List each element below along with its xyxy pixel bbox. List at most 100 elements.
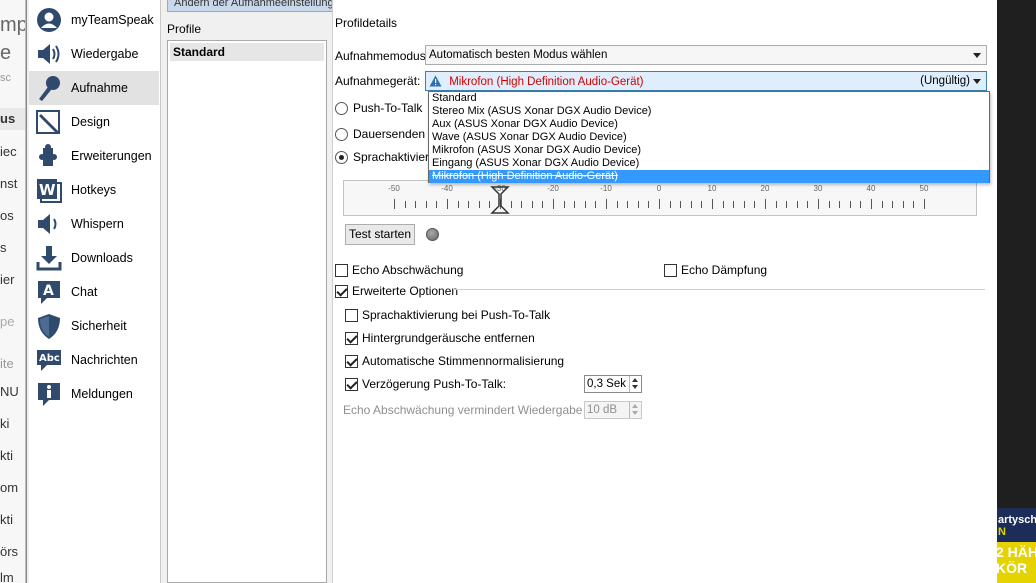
bg-fragment: kti — [0, 448, 13, 463]
svg-text:A: A — [43, 283, 54, 299]
sidebar-item-label: Wiedergabe — [71, 47, 139, 61]
device-invalid-status: (Ungültig) — [920, 75, 970, 87]
device-option-selected[interactable]: Mikrofon (High Definition Audio-Gerät) — [429, 170, 989, 183]
radio-continuous[interactable]: Dauersenden — [335, 127, 425, 141]
svg-text:W: W — [39, 181, 56, 199]
slider-tick — [828, 201, 830, 208]
slider-tick — [712, 199, 713, 209]
remove-background-noise-checkbox[interactable]: Hintergrundgeräusche entfernen — [345, 331, 535, 345]
slider-tick-label: 30 — [813, 184, 823, 193]
sidebar-item-whispern[interactable]: Whispern — [29, 207, 159, 241]
bg-fragment: iec — [0, 144, 17, 159]
slider-tick — [743, 201, 745, 208]
slider-tick — [754, 201, 756, 208]
slider-tick-label: 20 — [760, 184, 770, 193]
slider-tick — [690, 201, 692, 208]
advanced-options-toggle[interactable]: Erweiterte Optionen — [335, 284, 458, 298]
chat-a-icon: A — [35, 278, 63, 306]
slider-tick — [765, 199, 766, 209]
recording-device-select[interactable]: Mikrofon (High Definition Audio-Gerät) (… — [425, 71, 987, 91]
slider-tick — [447, 199, 448, 209]
sidebar-item-label: Hotkeys — [71, 183, 117, 197]
slider-tick — [913, 201, 915, 208]
sidebar-item-downloads[interactable]: Downloads — [29, 241, 159, 275]
sidebar-item-chat[interactable]: A Chat — [29, 275, 159, 309]
slider-tick — [860, 201, 862, 208]
sidebar-item-label: myTeamSpeak — [71, 13, 154, 27]
sidebar-item-sicherheit[interactable]: Sicherheit — [29, 309, 159, 343]
bg-fragment: om — [0, 480, 19, 495]
voice-activation-ptt-checkbox[interactable]: Sprachaktivierung bei Push-To-Talk — [345, 308, 550, 322]
slider-tick — [786, 201, 788, 208]
slider-tick — [531, 201, 533, 208]
slider-tick — [606, 199, 607, 209]
slider-tick — [563, 201, 565, 208]
device-option[interactable]: Mikrofon (ASUS Xonar DGX Audio Device) — [429, 144, 989, 157]
radio-push-to-talk[interactable]: Push-To-Talk — [335, 101, 422, 115]
spin-arrows-icon[interactable] — [629, 376, 641, 392]
sidebar-item-design[interactable]: Design — [29, 105, 159, 139]
sidebar-item-label: Meldungen — [71, 387, 133, 401]
ptt-delay-checkbox[interactable]: Verzögerung Push-To-Talk: — [345, 377, 506, 391]
background-window-left: mp e sc us iec nst os s ier pe ite NU ki… — [0, 0, 26, 583]
settings-dialog: Ändern der Aufnahmeeinstellungen myTeamS… — [26, 0, 997, 583]
spin-arrows-icon — [629, 402, 641, 418]
sidebar-item-label: Downloads — [71, 251, 133, 265]
recording-mode-select[interactable]: Automatisch besten Modus wählen — [425, 45, 987, 65]
slider-tick — [542, 201, 544, 208]
sidebar-item-hotkeys[interactable]: W Hotkeys — [29, 173, 159, 207]
slider-tick — [849, 201, 851, 208]
sidebar-item-wiedergabe[interactable]: Wiedergabe — [29, 37, 159, 71]
slider-tick — [616, 201, 618, 208]
device-option[interactable]: Aux (ASUS Xonar DGX Audio Device) — [429, 118, 989, 131]
voice-activation-slider[interactable]: -50 -40 -30 -20 -10 0 10 20 30 40 50 — [343, 180, 977, 216]
slider-tick-label: -10 — [600, 184, 612, 193]
device-option[interactable]: Stereo Mix (ASUS Xonar DGX Audio Device) — [429, 105, 989, 118]
slider-tick-label: 40 — [866, 184, 876, 193]
slider-tick — [924, 199, 925, 209]
sidebar-item-erweiterungen[interactable]: Erweiterungen — [29, 139, 159, 173]
bg-ad-banner-yellow: 2 HÄH KÖR — [996, 542, 1036, 583]
sidebar-item-label: Design — [71, 115, 110, 129]
profile-list: Standard — [167, 40, 327, 583]
slider-tick-label: 50 — [919, 184, 929, 193]
sidebar-item-label: Whispern — [71, 217, 124, 231]
sidebar-item-label: Nachrichten — [71, 353, 138, 367]
slider-tick-label: -20 — [547, 184, 559, 193]
device-option[interactable]: Eingang (ASUS Xonar DGX Audio Device) — [429, 157, 989, 170]
echo-cancellation-checkbox[interactable]: Echo Dämpfung — [664, 263, 767, 277]
svg-text:Abc: Abc — [39, 353, 60, 364]
bg-fragment: us — [0, 111, 16, 126]
sidebar-item-mytamspeak[interactable]: myTeamSpeak — [29, 3, 159, 37]
sidebar-item-nachrichten[interactable]: Abc Nachrichten — [29, 343, 159, 377]
recording-device-dropdown: Standard Stereo Mix (ASUS Xonar DGX Audi… — [428, 91, 990, 183]
echo-reduce-label: Echo Abschwächung vermindert Wiedergabe … — [343, 403, 606, 417]
radio-circle — [335, 101, 348, 115]
bg-fragment: e — [0, 42, 12, 64]
sidebar-item-label: Chat — [71, 285, 98, 299]
bg-fragment: ki — [0, 416, 10, 431]
keyboard-w-icon: W — [35, 176, 63, 204]
slider-tick — [521, 201, 523, 208]
slider-tick — [796, 201, 798, 208]
auto-normalization-checkbox[interactable]: Automatische Stimmennormalisierung — [345, 354, 564, 368]
ptt-delay-spinbox[interactable]: 0,3 Sek — [584, 375, 642, 393]
profile-item-standard[interactable]: Standard — [170, 43, 324, 61]
info-icon — [35, 380, 63, 408]
test-start-button[interactable]: Test starten — [345, 224, 415, 245]
slider-tick — [436, 201, 438, 208]
device-option[interactable]: Standard — [429, 92, 989, 105]
echo-reduction-checkbox[interactable]: Echo Abschwächung — [335, 263, 463, 277]
puzzle-icon — [35, 142, 63, 170]
device-option[interactable]: Wave (ASUS Xonar DGX Audio Device) — [429, 131, 989, 144]
bg-fragment: sc — [0, 72, 11, 84]
slider-tick-label: -50 — [388, 184, 400, 193]
profile-details-heading: Profildetails — [335, 16, 398, 30]
slider-tick — [637, 201, 639, 208]
sidebar-item-meldungen[interactable]: Meldungen — [29, 377, 159, 411]
slider-handle[interactable] — [484, 186, 516, 214]
sidebar-item-aufnahme[interactable]: Aufnahme — [29, 71, 159, 105]
chevron-down-icon — [973, 79, 981, 84]
recording-device-value: Mikrofon (High Definition Audio-Gerät) — [449, 76, 644, 88]
slider-tick — [871, 199, 872, 209]
